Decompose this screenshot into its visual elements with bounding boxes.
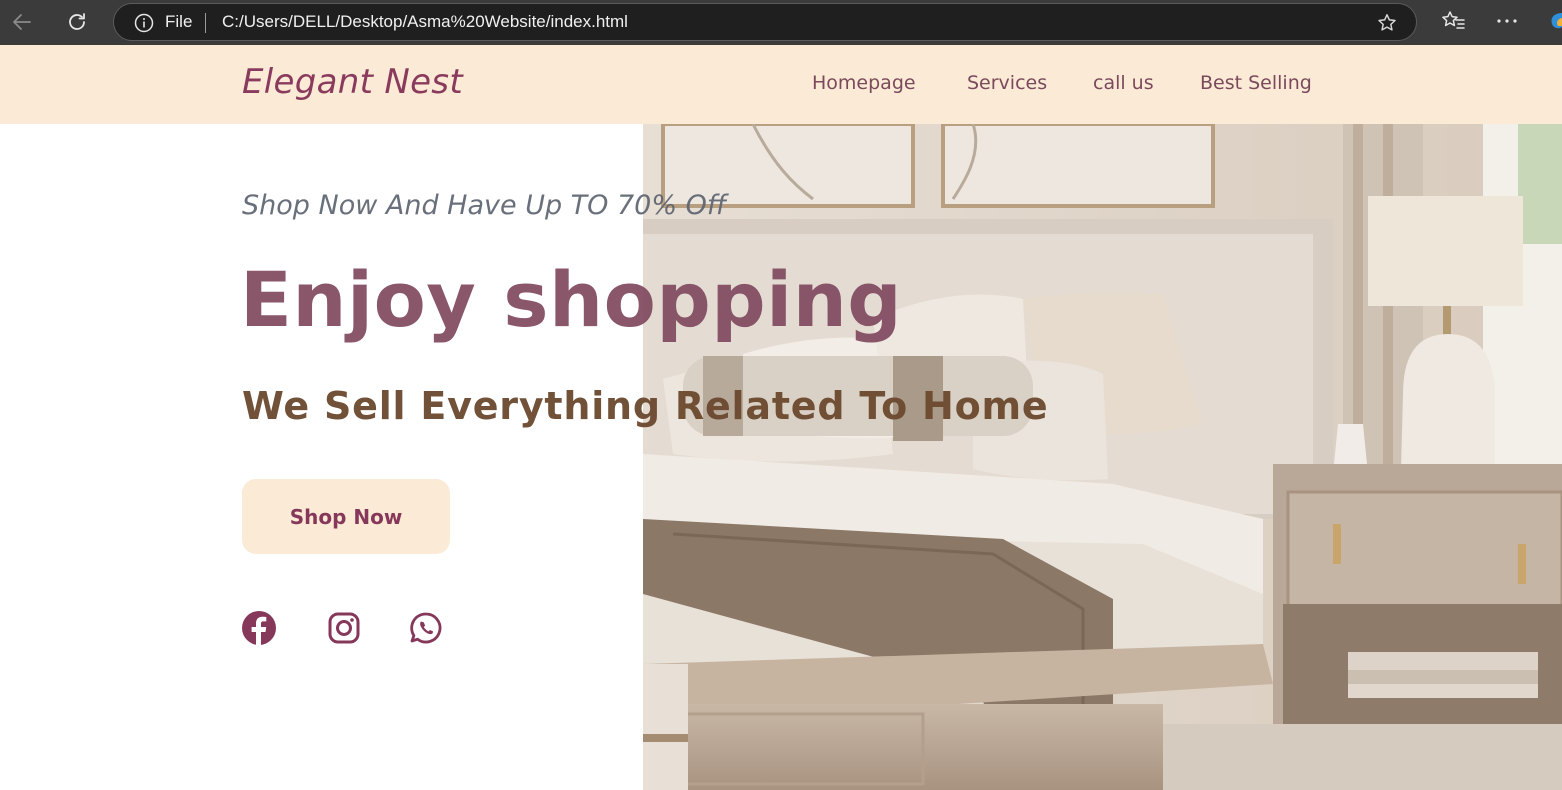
- nav-link-call-us[interactable]: call us: [1093, 72, 1154, 94]
- nav-link-best-selling[interactable]: Best Selling: [1200, 72, 1312, 94]
- back-button[interactable]: [8, 8, 36, 36]
- hero-headline: Enjoy shopping: [240, 255, 903, 344]
- hero-tagline: We Sell Everything Related To Home: [242, 384, 1049, 428]
- url-text[interactable]: C:/Users/DELL/Desktop/Asma%20Website/ind…: [222, 12, 628, 32]
- site-logo[interactable]: Elegant Nest: [242, 62, 463, 102]
- address-divider: [205, 13, 206, 33]
- instagram-icon: [328, 612, 360, 644]
- whatsapp-icon: [410, 612, 442, 644]
- nav-link-homepage[interactable]: Homepage: [812, 72, 916, 94]
- site-header: Elegant Nest Homepage Services call us B…: [0, 45, 1562, 124]
- address-bar[interactable]: File C:/Users/DELL/Desktop/Asma%20Websit…: [113, 3, 1417, 41]
- shop-now-button[interactable]: Shop Now: [242, 479, 450, 554]
- nav-link-services[interactable]: Services: [967, 72, 1047, 94]
- bedroom-photo: [643, 124, 1562, 790]
- facebook-icon: [242, 611, 276, 646]
- browser-toolbar: File C:/Users/DELL/Desktop/Asma%20Websit…: [0, 0, 1562, 45]
- copilot-icon[interactable]: [1546, 8, 1562, 34]
- info-icon[interactable]: [134, 13, 154, 33]
- instagram-link[interactable]: [326, 610, 362, 646]
- hero-image: [643, 124, 1562, 790]
- reload-button[interactable]: [63, 8, 91, 36]
- whatsapp-link[interactable]: [408, 610, 444, 646]
- more-icon[interactable]: [1494, 8, 1520, 34]
- back-icon: [13, 14, 31, 30]
- hero-subtitle: Shop Now And Have Up TO 70% Off: [242, 190, 727, 221]
- file-label: File: [165, 12, 193, 31]
- star-icon[interactable]: [1376, 12, 1398, 34]
- facebook-link[interactable]: [241, 610, 277, 646]
- reload-icon: [69, 13, 85, 30]
- favorites-icon[interactable]: [1440, 8, 1466, 34]
